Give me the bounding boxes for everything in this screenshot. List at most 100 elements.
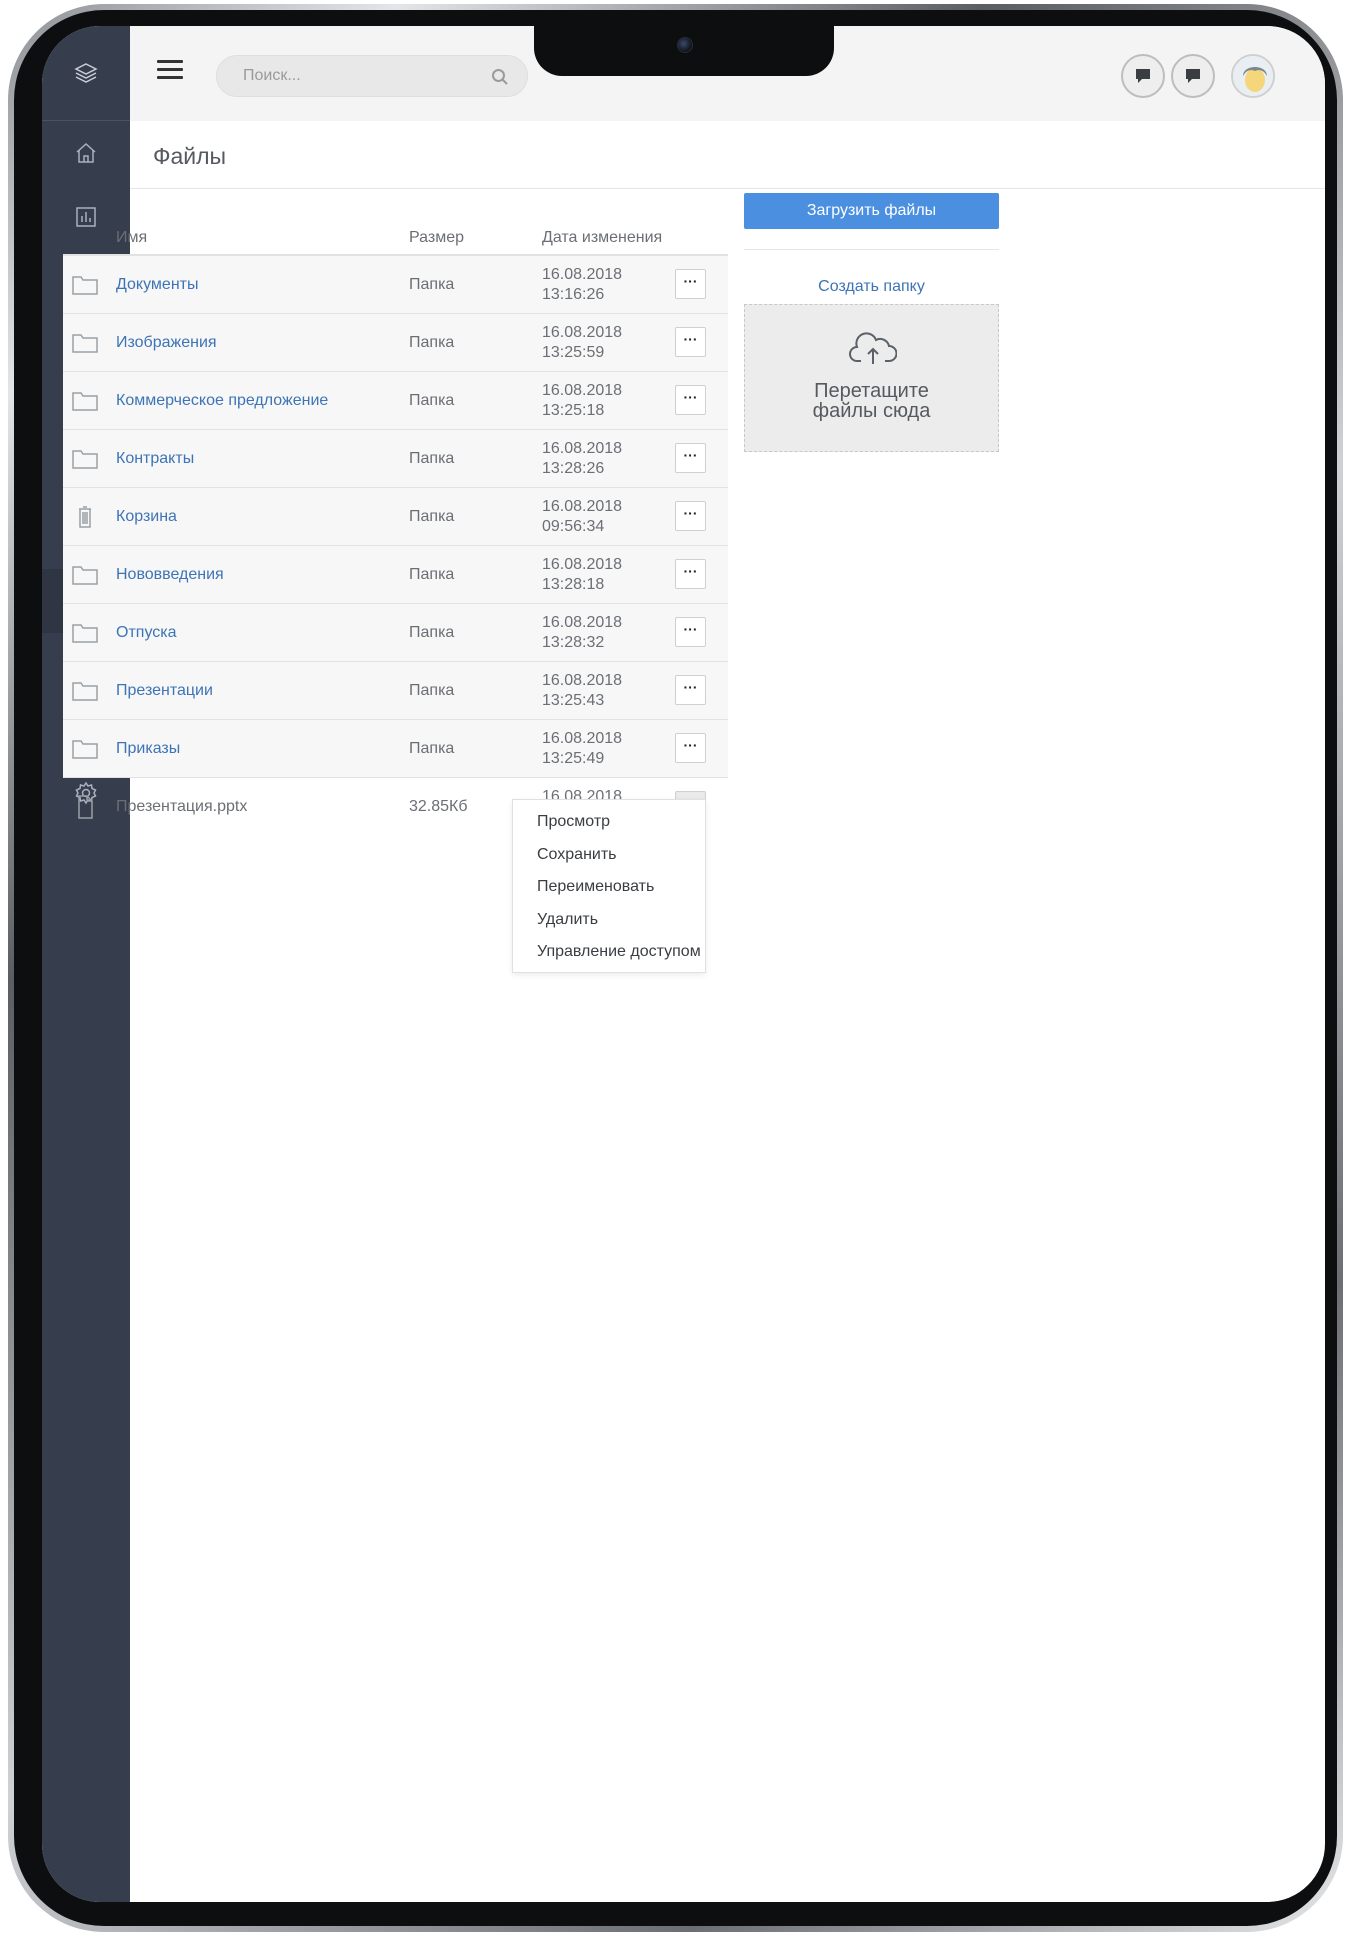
logo-layers-icon[interactable] <box>42 26 130 121</box>
row-name[interactable]: Презентации <box>116 682 213 700</box>
divider <box>744 249 999 250</box>
row-date: 16.08.2018 <box>542 614 623 631</box>
row-name[interactable]: Нововведения <box>116 566 224 584</box>
row-modified: 16.08.2018 13:25:43 <box>542 671 622 711</box>
menu-item-access[interactable]: Управление доступом <box>513 940 705 973</box>
row-date: 16.08.2018 <box>542 266 623 283</box>
row-name[interactable]: Коммерческое предложение <box>116 392 328 410</box>
row-date: 16.08.2018 <box>542 672 623 689</box>
row-modified: 16.08.2018 13:28:26 <box>542 439 622 479</box>
context-menu: Просмотр Сохранить Переименовать Удалить… <box>512 799 706 973</box>
row-size: Папка <box>409 682 455 699</box>
folder-icon <box>71 621 99 645</box>
chat-icon <box>1186 69 1200 83</box>
page-title: Файлы <box>153 143 227 169</box>
table-row[interactable]: Изображения Папка 16.08.2018 13:25:59 ··· <box>63 314 728 372</box>
avatar[interactable] <box>1231 54 1275 98</box>
row-date: 16.08.2018 <box>542 382 623 399</box>
row-more-button[interactable]: ··· <box>675 675 706 705</box>
row-time: 13:28:32 <box>542 634 605 651</box>
row-more-button[interactable]: ··· <box>675 617 706 647</box>
row-time: 13:16:26 <box>542 286 605 303</box>
notch <box>534 26 834 76</box>
table-row[interactable]: Приказы Папка 16.08.2018 13:25:49 ··· <box>63 720 728 778</box>
folder-icon <box>71 737 99 761</box>
table-row[interactable]: Документы Папка 16.08.2018 13:16:26 ··· <box>63 256 728 314</box>
row-time: 13:25:43 <box>542 692 605 709</box>
row-name[interactable]: Отпуска <box>116 624 177 642</box>
cloud-upload-icon <box>849 332 897 364</box>
dropzone[interactable]: Перетащите файлы сюда <box>744 304 999 452</box>
folder-icon <box>71 331 99 355</box>
row-name[interactable]: Корзина <box>116 508 177 526</box>
row-name[interactable]: Документы <box>116 276 198 294</box>
row-modified: 16.08.2018 09:56:34 <box>542 497 622 537</box>
row-size: Папка <box>409 624 455 641</box>
table-row[interactable]: Презентации Папка 16.08.2018 13:25:43 ··· <box>63 662 728 720</box>
row-more-button[interactable]: ··· <box>675 559 706 589</box>
table-row[interactable]: Корзина Папка 16.08.2018 09:56:34 ··· <box>63 488 728 546</box>
menu-item-save[interactable]: Сохранить <box>513 843 705 876</box>
search-input[interactable] <box>243 56 483 96</box>
row-size: Папка <box>409 334 455 351</box>
row-size: Папка <box>409 740 455 757</box>
screen: Файлы Имя Размер Дата изменения Документ… <box>42 26 1325 1902</box>
row-date: 16.08.2018 <box>542 556 623 573</box>
row-date: 16.08.2018 <box>542 440 623 457</box>
row-modified: 16.08.2018 13:28:32 <box>542 613 622 653</box>
file-table: Имя Размер Дата изменения Документы Папка… <box>63 216 728 836</box>
menu-item-view[interactable]: Просмотр <box>513 810 705 843</box>
folder-icon <box>71 447 99 471</box>
row-more-button[interactable]: ··· <box>675 501 706 531</box>
menu-item-rename[interactable]: Переименовать <box>513 875 705 908</box>
menu-icon[interactable] <box>157 60 183 80</box>
row-time: 13:28:26 <box>542 460 605 477</box>
row-size: Папка <box>409 508 455 525</box>
row-name[interactable]: Изображения <box>116 334 217 352</box>
row-time: 13:28:18 <box>542 576 605 593</box>
row-modified: 16.08.2018 13:25:59 <box>542 323 622 363</box>
row-size: Папка <box>409 276 455 293</box>
column-header-name[interactable]: Имя <box>116 229 147 247</box>
folder-icon <box>71 389 99 413</box>
table-row[interactable]: Контракты Папка 16.08.2018 13:28:26 ··· <box>63 430 728 488</box>
trash-icon <box>71 505 99 529</box>
row-time: 13:25:18 <box>542 402 605 419</box>
row-more-button[interactable]: ··· <box>675 269 706 299</box>
row-more-button[interactable]: ··· <box>675 733 706 763</box>
row-modified: 16.08.2018 13:25:18 <box>542 381 622 421</box>
home-icon <box>76 142 96 163</box>
folder-icon <box>71 563 99 587</box>
column-header-size[interactable]: Размер <box>409 229 464 247</box>
row-time: 13:25:59 <box>542 344 605 361</box>
row-name[interactable]: Презентация.pptx <box>116 798 247 816</box>
row-modified: 16.08.2018 13:16:26 <box>542 265 622 305</box>
table-row[interactable]: Коммерческое предложение Папка 16.08.2018 1… <box>63 372 728 430</box>
row-more-button[interactable]: ··· <box>675 443 706 473</box>
search-box <box>216 55 528 97</box>
dropzone-text: Перетащите файлы сюда <box>812 380 931 422</box>
upload-files-button[interactable]: Загрузить файлы <box>744 193 999 229</box>
page-header: Файлы <box>130 121 1325 189</box>
row-modified: 16.08.2018 13:28:18 <box>542 555 622 595</box>
row-name[interactable]: Приказы <box>116 740 180 758</box>
menu-item-delete[interactable]: Удалить <box>513 908 705 941</box>
search-icon[interactable] <box>491 68 509 86</box>
sidebar-item-home[interactable] <box>42 121 130 185</box>
create-folder-link[interactable]: Создать папку <box>744 278 999 296</box>
user-avatar-icon <box>1233 56 1273 96</box>
notifications-button[interactable] <box>1121 54 1165 98</box>
row-more-button[interactable]: ··· <box>675 385 706 415</box>
row-name[interactable]: Контракты <box>116 450 194 468</box>
chat-bubble-icon <box>1136 69 1150 83</box>
row-time: 09:56:34 <box>542 518 605 535</box>
row-size: Папка <box>409 392 455 409</box>
table-row[interactable]: Отпуска Папка 16.08.2018 13:28:32 ··· <box>63 604 728 662</box>
row-size: Папка <box>409 450 455 467</box>
row-more-button[interactable]: ··· <box>675 327 706 357</box>
chat-button[interactable] <box>1171 54 1215 98</box>
column-header-modified[interactable]: Дата изменения <box>542 229 662 247</box>
row-size: Папка <box>409 566 455 583</box>
table-row[interactable]: Нововведения Папка 16.08.2018 13:28:18 ··· <box>63 546 728 604</box>
folder-icon <box>71 679 99 703</box>
